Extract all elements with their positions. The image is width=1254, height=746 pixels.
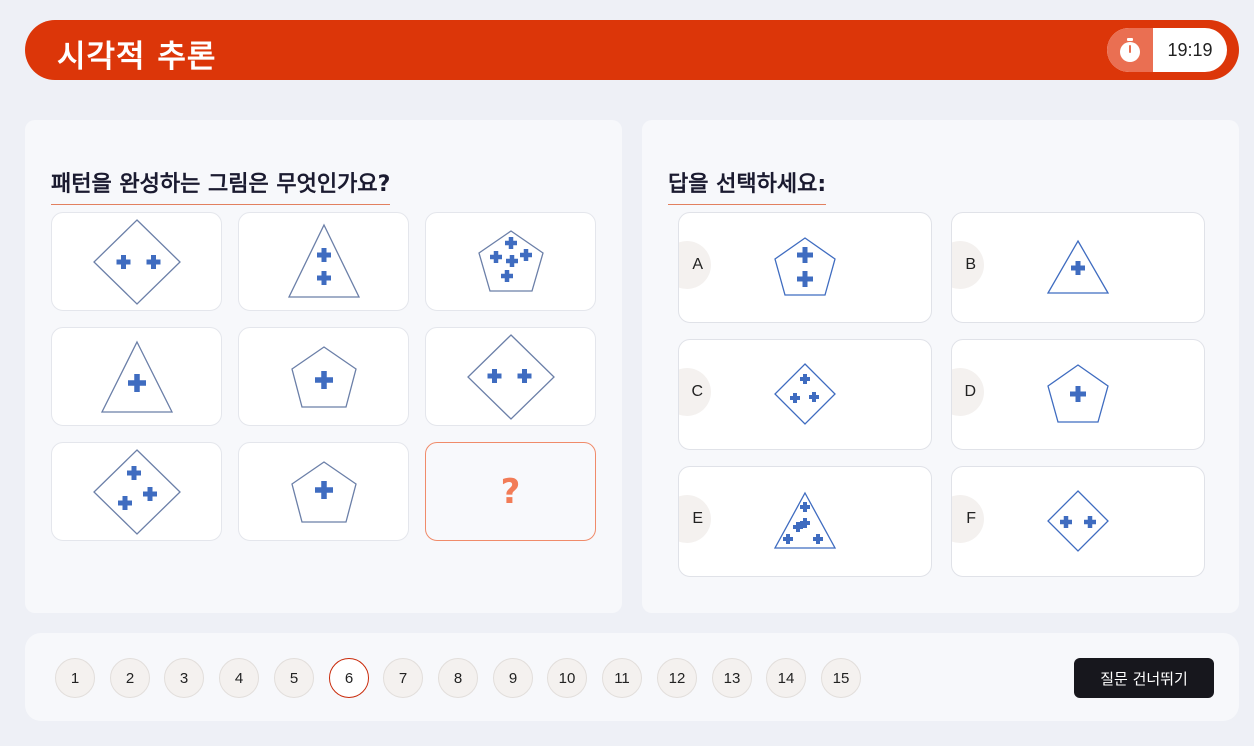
option-a[interactable]: A bbox=[678, 212, 932, 323]
missing-answer-slot: ? bbox=[425, 442, 596, 541]
diamond-figure bbox=[1047, 490, 1109, 552]
page-button-9[interactable]: 9 bbox=[493, 658, 533, 698]
option-c[interactable]: C bbox=[678, 339, 932, 450]
option-letter: A bbox=[679, 241, 711, 289]
question-prompt: 패턴을 완성하는 그림은 무엇인가요? bbox=[51, 166, 391, 205]
skip-question-button[interactable]: 질문 건너뛰기 bbox=[1074, 658, 1214, 698]
pentagon-figure bbox=[290, 345, 357, 408]
triangle-figure bbox=[100, 340, 173, 413]
option-b[interactable]: B bbox=[951, 212, 1205, 323]
page-button-11[interactable]: 11 bbox=[602, 658, 642, 698]
timer-value: 19:19 bbox=[1167, 40, 1213, 60]
grid-cell-2 bbox=[238, 212, 409, 311]
answer-panel: 답을 선택하세요: A B C D E F bbox=[642, 120, 1239, 613]
stopwatch-icon bbox=[1107, 28, 1153, 72]
option-d[interactable]: D bbox=[951, 339, 1205, 450]
option-f[interactable]: F bbox=[951, 466, 1205, 577]
option-letter: C bbox=[679, 368, 711, 416]
page-button-2[interactable]: 2 bbox=[110, 658, 150, 698]
triangle-figure bbox=[773, 491, 837, 549]
page-button-15[interactable]: 15 bbox=[821, 658, 861, 698]
page-button-4[interactable]: 4 bbox=[219, 658, 259, 698]
timer: 19:19 bbox=[1107, 28, 1227, 72]
pentagon-figure bbox=[477, 229, 544, 292]
question-mark: ? bbox=[500, 471, 521, 512]
page-button-12[interactable]: 12 bbox=[657, 658, 697, 698]
grid-cell-1 bbox=[51, 212, 222, 311]
grid-cell-4 bbox=[51, 327, 222, 426]
page-button-5[interactable]: 5 bbox=[274, 658, 314, 698]
triangle-figure bbox=[287, 223, 360, 298]
page-button-13[interactable]: 13 bbox=[712, 658, 752, 698]
grid-cell-3 bbox=[425, 212, 596, 311]
page-button-8[interactable]: 8 bbox=[438, 658, 478, 698]
grid-cell-8 bbox=[238, 442, 409, 541]
page-button-10[interactable]: 10 bbox=[547, 658, 587, 698]
pentagon-figure bbox=[1047, 364, 1109, 423]
option-letter: E bbox=[679, 495, 711, 543]
triangle-figure bbox=[1046, 239, 1110, 294]
grid-cell-5 bbox=[238, 327, 409, 426]
diamond-figure bbox=[92, 218, 181, 305]
option-letter: B bbox=[952, 241, 984, 289]
grid-cell-7 bbox=[51, 442, 222, 541]
pentagon-figure bbox=[774, 237, 836, 296]
header-bar: 시각적 추론 19:19 bbox=[25, 20, 1239, 80]
page-title: 시각적 추론 bbox=[57, 39, 217, 75]
diamond-figure bbox=[774, 363, 836, 425]
page-button-7[interactable]: 7 bbox=[383, 658, 423, 698]
question-panel: 패턴을 완성하는 그림은 무엇인가요? ? bbox=[25, 120, 622, 613]
diamond-figure bbox=[92, 448, 181, 535]
answer-heading: 답을 선택하세요: bbox=[668, 166, 827, 205]
question-navigation: 1 2 3 4 5 6 7 8 9 10 11 12 13 14 15 질문 건… bbox=[25, 633, 1239, 721]
page-button-3[interactable]: 3 bbox=[164, 658, 204, 698]
diamond-figure bbox=[466, 333, 555, 420]
page-button-6-current[interactable]: 6 bbox=[329, 658, 369, 698]
grid-cell-6 bbox=[425, 327, 596, 426]
option-letter: F bbox=[952, 495, 984, 543]
option-letter: D bbox=[952, 368, 984, 416]
page-button-14[interactable]: 14 bbox=[766, 658, 806, 698]
page-button-1[interactable]: 1 bbox=[55, 658, 95, 698]
pentagon-figure bbox=[290, 460, 357, 523]
option-e[interactable]: E bbox=[678, 466, 932, 577]
